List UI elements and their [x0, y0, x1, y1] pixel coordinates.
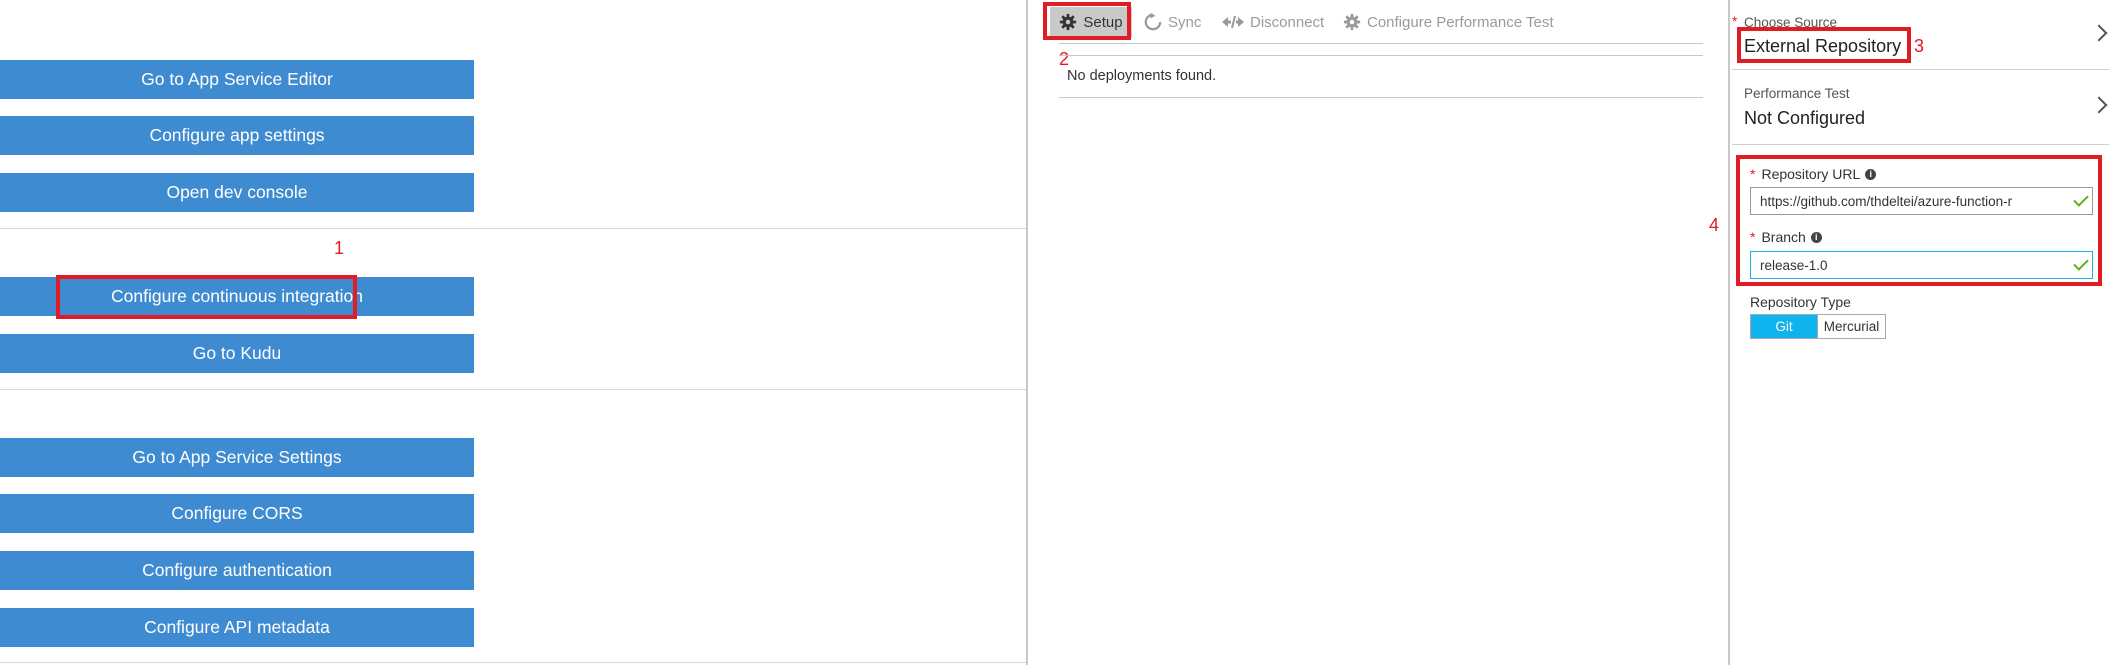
required-marker: * [1732, 13, 1738, 29]
chevron-right-icon [2090, 96, 2108, 114]
annotation-number-2: 2 [1059, 49, 1070, 69]
branch-input[interactable] [1750, 251, 2093, 279]
required-marker: * [1750, 229, 1756, 245]
deployment-toolbar: Setup Sync Disconnect Configure Performa… [1028, 0, 1728, 44]
repository-type-toggle: Git Mercurial [1750, 314, 1886, 339]
branch-label: * Branch i [1750, 229, 1822, 245]
configure-cors-button[interactable]: Configure CORS [0, 494, 474, 533]
info-icon[interactable]: i [1865, 168, 1877, 180]
disconnect-label: Disconnect [1250, 13, 1325, 31]
annotation-number-1: 1 [334, 238, 345, 258]
toolbar-divider [1059, 43, 1703, 44]
disconnect-icon [1222, 15, 1244, 29]
choose-source-row[interactable]: * Choose Source External Repository [1732, 0, 2109, 70]
performance-test-value: Not Configured [1744, 108, 1866, 128]
no-deployments-message: No deployments found. [1067, 68, 1217, 84]
disconnect-button[interactable]: Disconnect [1222, 7, 1324, 37]
repository-url-label-text: Repository URL [1761, 166, 1861, 182]
deployment-source-blade: * Choose Source External Repository 3 Pe… [1709, 0, 2109, 665]
performance-test-label: Performance Test [1744, 86, 1850, 101]
section-divider [0, 228, 1026, 229]
repository-url-input[interactable] [1750, 187, 2093, 215]
list-bottom-border [1059, 97, 1703, 98]
deployments-blade: Setup Sync Disconnect Configure Performa… [1028, 0, 1728, 665]
performance-test-row[interactable]: Performance Test Not Configured [1732, 71, 2109, 145]
panel-divider [1728, 0, 1730, 665]
section-divider [0, 389, 1026, 390]
repository-url-label: * Repository URL i [1750, 166, 1877, 182]
required-marker: * [1750, 166, 1756, 182]
git-option[interactable]: Git [1751, 315, 1817, 338]
open-dev-console-button[interactable]: Open dev console [0, 173, 474, 212]
mercurial-option[interactable]: Mercurial [1817, 315, 1885, 338]
section-divider [0, 662, 1026, 663]
annotation-number-3: 3 [1914, 36, 1925, 56]
configure-continuous-integration-button[interactable]: Configure continuous integration [0, 277, 474, 316]
list-top-border [1059, 55, 1703, 56]
gear-icon [1060, 13, 1077, 31]
go-to-kudu-button[interactable]: Go to Kudu [0, 334, 474, 373]
choose-source-value: External Repository [1744, 36, 1902, 56]
chevron-right-icon [2090, 24, 2108, 42]
configure-performance-test-button[interactable]: Configure Performance Test [1343, 7, 1553, 37]
site-features-panel: Go to App Service Editor Configure app s… [0, 0, 1026, 665]
configure-app-settings-button[interactable]: Configure app settings [0, 116, 474, 155]
perf-label: Configure Performance Test [1367, 13, 1554, 31]
choose-source-label: Choose Source [1744, 15, 1838, 30]
sync-label: Sync [1168, 13, 1202, 31]
configure-api-metadata-button[interactable]: Configure API metadata [0, 608, 474, 647]
sync-button[interactable]: Sync [1144, 7, 1201, 37]
info-icon[interactable]: i [1810, 231, 1822, 243]
annotation-number-4: 4 [1709, 215, 1720, 235]
go-to-app-service-editor-button[interactable]: Go to App Service Editor [0, 60, 474, 99]
go-to-app-service-settings-button[interactable]: Go to App Service Settings [0, 438, 474, 477]
setup-button[interactable]: Setup [1050, 7, 1132, 37]
repository-type-label: Repository Type [1750, 294, 1851, 310]
setup-label: Setup [1083, 13, 1123, 31]
branch-label-text: Branch [1761, 229, 1806, 245]
configure-authentication-button[interactable]: Configure authentication [0, 551, 474, 590]
sync-icon [1144, 13, 1162, 31]
gear-icon [1343, 13, 1361, 31]
